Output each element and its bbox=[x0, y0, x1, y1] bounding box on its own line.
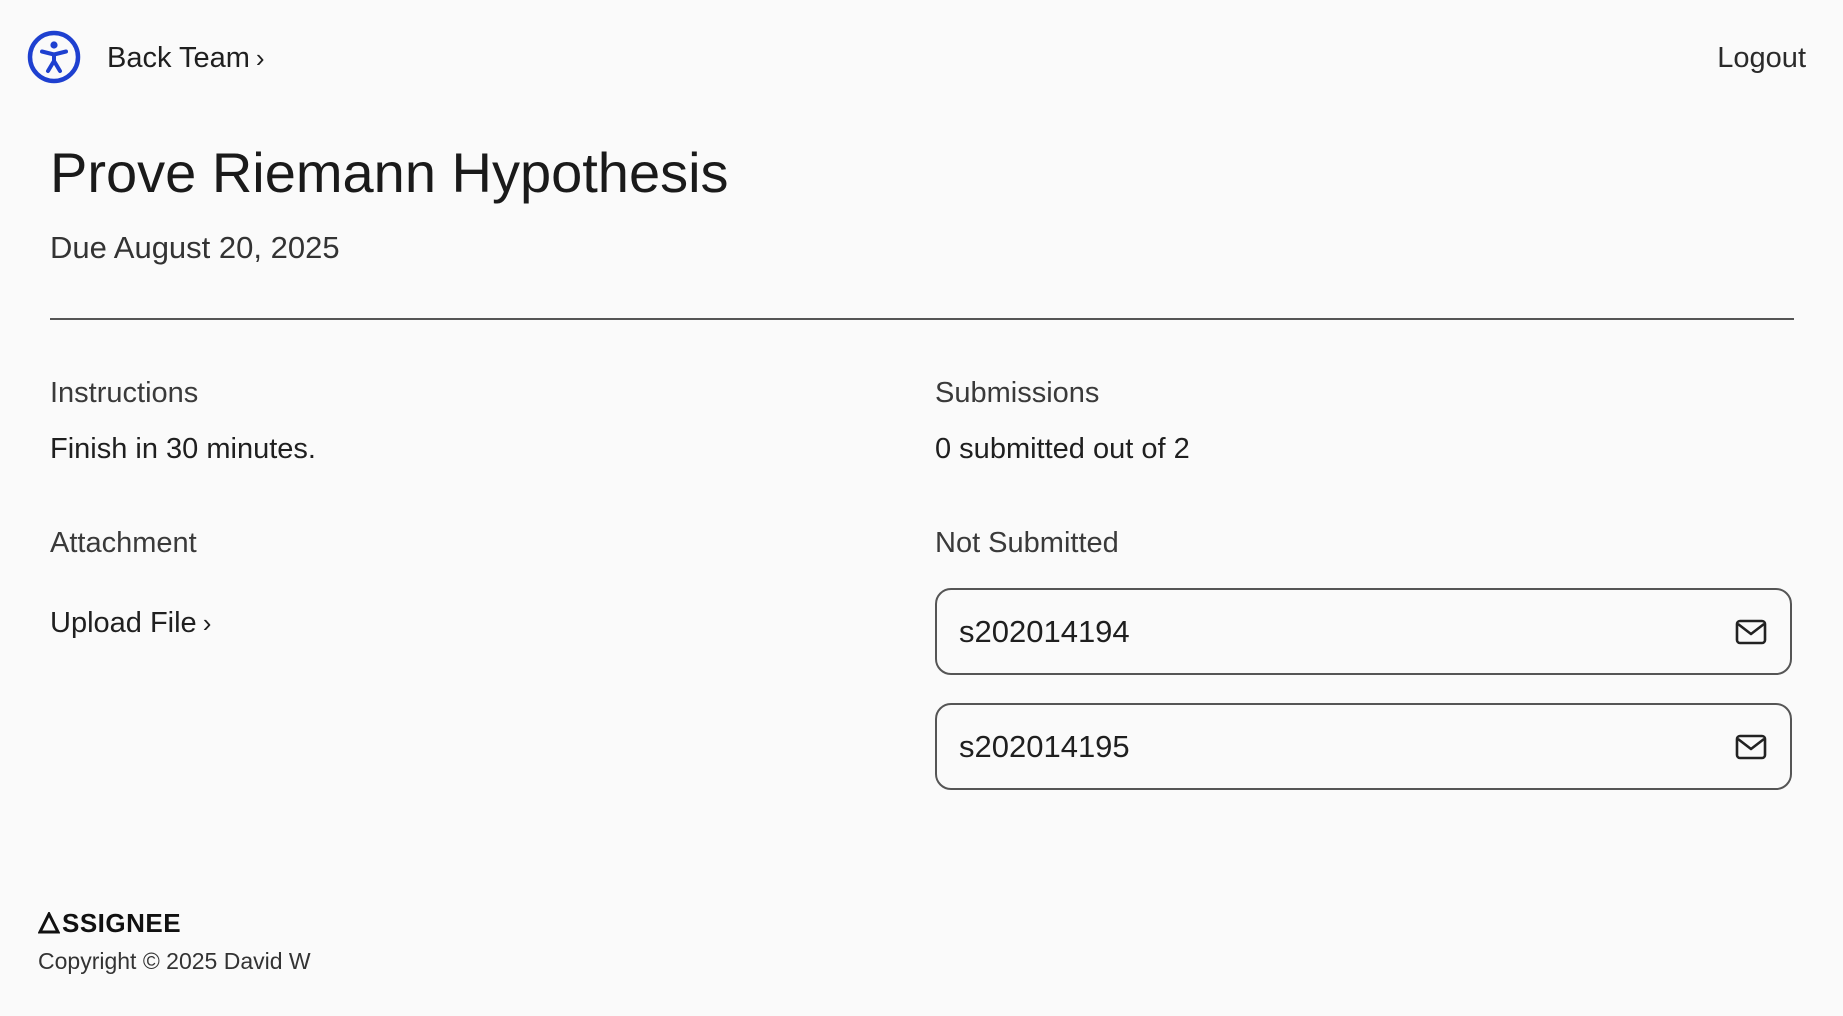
back-team-link[interactable]: Back Team › bbox=[107, 38, 265, 78]
divider bbox=[50, 318, 1794, 320]
mail-icon[interactable] bbox=[1734, 730, 1768, 764]
brand-name: SSIGNEE bbox=[62, 908, 182, 938]
back-team-label: Back Team bbox=[107, 42, 250, 74]
chevron-right-icon: › bbox=[255, 43, 265, 73]
not-submitted-label: Not Submitted bbox=[935, 527, 1119, 559]
copyright-text: Copyright © 2025 David W bbox=[38, 948, 311, 974]
logout-link[interactable]: Logout bbox=[1717, 38, 1806, 78]
instructions-text: Finish in 30 minutes. bbox=[50, 433, 316, 465]
student-submission-row: s202014194 bbox=[935, 588, 1792, 675]
brand-logo: SSIGNEE bbox=[38, 906, 181, 940]
student-submission-row: s202014195 bbox=[935, 703, 1792, 790]
student-id: s202014195 bbox=[959, 729, 1130, 764]
mail-icon[interactable] bbox=[1734, 615, 1768, 649]
student-id: s202014194 bbox=[959, 614, 1130, 649]
upload-file-link[interactable]: Upload File › bbox=[50, 603, 211, 643]
upload-file-label: Upload File bbox=[50, 607, 197, 639]
assignment-page: Back Team › Logout Prove Riemann Hypothes… bbox=[0, 0, 1843, 1016]
page-title: Prove Riemann Hypothesis bbox=[50, 141, 729, 204]
attachment-label: Attachment bbox=[50, 527, 197, 559]
triangle-logo-icon bbox=[38, 912, 60, 934]
submissions-label: Submissions bbox=[935, 377, 1100, 409]
top-nav: Back Team › Logout bbox=[0, 0, 1843, 114]
due-date: Due August 20, 2025 bbox=[50, 230, 340, 265]
instructions-label: Instructions bbox=[50, 377, 199, 409]
chevron-right-icon: › bbox=[202, 608, 212, 638]
accessibility-icon[interactable] bbox=[27, 30, 81, 84]
submissions-summary: 0 submitted out of 2 bbox=[935, 433, 1190, 465]
